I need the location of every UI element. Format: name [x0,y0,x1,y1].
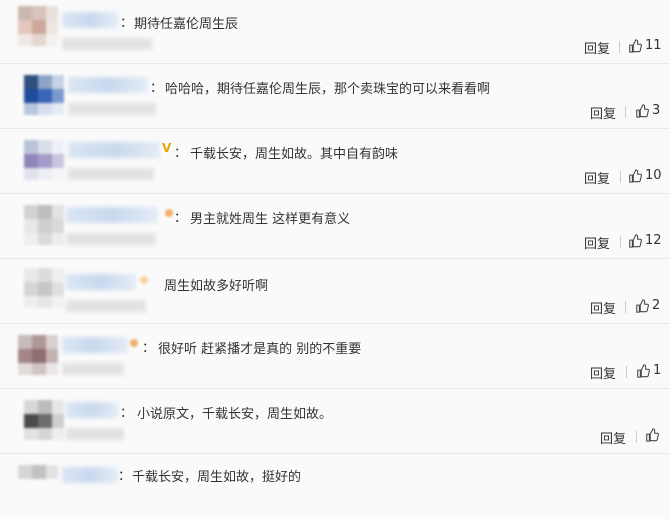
timestamp [68,103,156,115]
username[interactable] [68,142,160,158]
username[interactable] [62,337,128,353]
username[interactable] [62,467,118,483]
timestamp [68,168,154,180]
avatar[interactable] [24,400,64,440]
badge-icon [140,276,148,284]
comment-text: 男主就姓周生 这样更有意义 [190,212,351,227]
comment-item: ： 千载长安，周生如故，挺好的 [0,455,670,519]
comment-item: 周生如故多好听啊 回复 2 [0,260,670,324]
comment-text: 千载长安，周生如故，挺好的 [132,470,302,485]
like-button[interactable]: 3 [635,103,660,118]
thumbs-up-icon [646,428,659,442]
comment-text: 哈哈哈，期待任嘉伦周生辰，那个卖珠宝的可以来看看啊 [165,82,491,97]
colon: ： [150,81,164,96]
divider [626,366,627,378]
reply-button[interactable]: 回复 [584,233,610,252]
like-count: 11 [645,38,662,53]
username[interactable] [66,274,136,290]
colon: ： [174,146,188,161]
reply-button[interactable]: 回复 [584,168,610,187]
like-button[interactable]: 2 [635,298,660,313]
like-count: 10 [645,168,662,183]
avatar[interactable] [24,268,64,308]
avatar[interactable] [24,205,64,245]
username[interactable] [62,12,118,28]
like-button[interactable]: 12 [628,233,662,248]
comment-item: ： 哈哈哈，期待任嘉伦周生辰，那个卖珠宝的可以来看看啊 回复 3 [0,65,670,129]
timestamp [66,428,124,440]
comment-text: 千载长安，周生如故。其中自有韵味 [190,147,399,162]
thumbs-up-icon [629,233,642,248]
like-button[interactable]: 1 [636,363,661,378]
timestamp [66,300,146,312]
timestamp [66,233,156,245]
comment-item: ： 期待任嘉伦周生辰 回复 11 [0,0,670,64]
comment-text: 很好听 赶紧播才是真的 别的不重要 [158,342,362,357]
avatar[interactable] [24,75,64,115]
avatar[interactable] [24,140,64,180]
colon: ： [174,211,188,226]
reply-button[interactable]: 回复 [590,363,616,382]
reply-button[interactable]: 回复 [600,428,626,447]
colon: ： [120,16,134,31]
like-button[interactable]: 11 [628,38,662,53]
badge-icon [165,209,173,217]
reply-button[interactable]: 回复 [590,298,616,317]
comment-text: 周生如故多好听啊 [164,279,269,294]
timestamp [62,38,152,50]
thumbs-up-icon [636,103,649,118]
colon: ： [120,406,134,421]
colon: ： [142,341,156,356]
reply-button[interactable]: 回复 [584,38,610,57]
like-count: 3 [652,103,661,118]
comment-item: V ： 千载长安，周生如故。其中自有韵味 回复 10 [0,130,670,194]
thumbs-up-icon [636,298,649,313]
colon: ： [118,469,132,484]
comment-item: ： 男主就姓周生 这样更有意义 回复 12 [0,195,670,259]
username[interactable] [66,207,158,223]
avatar[interactable] [18,335,58,375]
divider [625,301,626,313]
vip-badge: V [162,141,172,155]
divider [625,106,626,118]
thumbs-up-icon [629,168,642,183]
timestamp [62,363,124,375]
badge-icon [130,339,138,347]
like-button[interactable] [645,428,662,442]
comment-item: ： 很好听 赶紧播才是真的 别的不重要 回复 1 [0,325,670,389]
comment-page: { "reply_label": "回复", "comments": [ {"t… [0,0,670,485]
divider [636,431,637,443]
comment-text: 小说原文，千载长安，周生如故。 [137,407,333,422]
comment-text: 期待任嘉伦周生辰 [134,17,239,32]
divider [619,41,620,53]
like-count: 1 [653,363,662,378]
like-count: 2 [652,298,661,313]
username[interactable] [68,77,148,93]
like-count: 12 [645,233,662,248]
avatar[interactable] [18,465,58,505]
avatar[interactable] [18,6,58,46]
username[interactable] [66,402,118,418]
thumbs-up-icon [637,363,650,378]
comment-item: ： 小说原文，千载长安，周生如故。 回复 [0,390,670,454]
divider [620,236,621,248]
reply-button[interactable]: 回复 [590,103,616,122]
like-button[interactable]: 10 [628,168,662,183]
divider [620,171,621,183]
thumbs-up-icon [629,38,642,53]
